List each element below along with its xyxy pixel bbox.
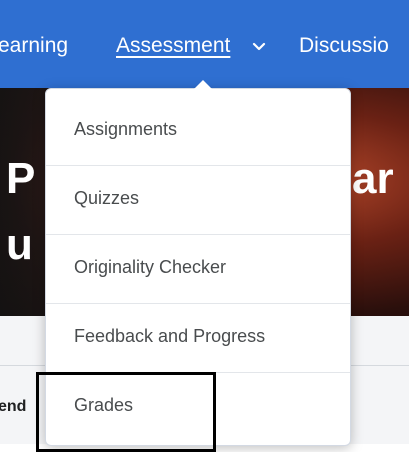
chevron-down-icon[interactable] [252,42,266,52]
menu-item-label: Quizzes [74,188,140,208]
menu-item-feedback-and-progress[interactable]: Feedback and Progress [46,304,350,373]
menu-item-label: Originality Checker [74,257,227,277]
menu-item-label: Assignments [74,119,178,139]
nav-item-learning[interactable]: earning [0,34,68,58]
nav-item-discussions[interactable]: Discussio [299,34,389,58]
banner-title-fragment-top: P [6,154,36,203]
banner-title-fragment-bottom: u [6,220,33,269]
menu-item-quizzes[interactable]: Quizzes [46,166,350,235]
top-navbar: earning Assessment Discussio [0,0,409,88]
nav-item-assessment[interactable]: Assessment [116,34,230,58]
dropdown-caret [194,80,212,89]
menu-item-assignments[interactable]: Assignments [46,97,350,166]
menu-item-label: Feedback and Progress [74,326,266,346]
banner-title-fragment-right: ar [352,154,394,203]
page-text-fragment: end [0,398,27,415]
grades-highlight-box [36,372,216,452]
menu-item-originality-checker[interactable]: Originality Checker [46,235,350,304]
